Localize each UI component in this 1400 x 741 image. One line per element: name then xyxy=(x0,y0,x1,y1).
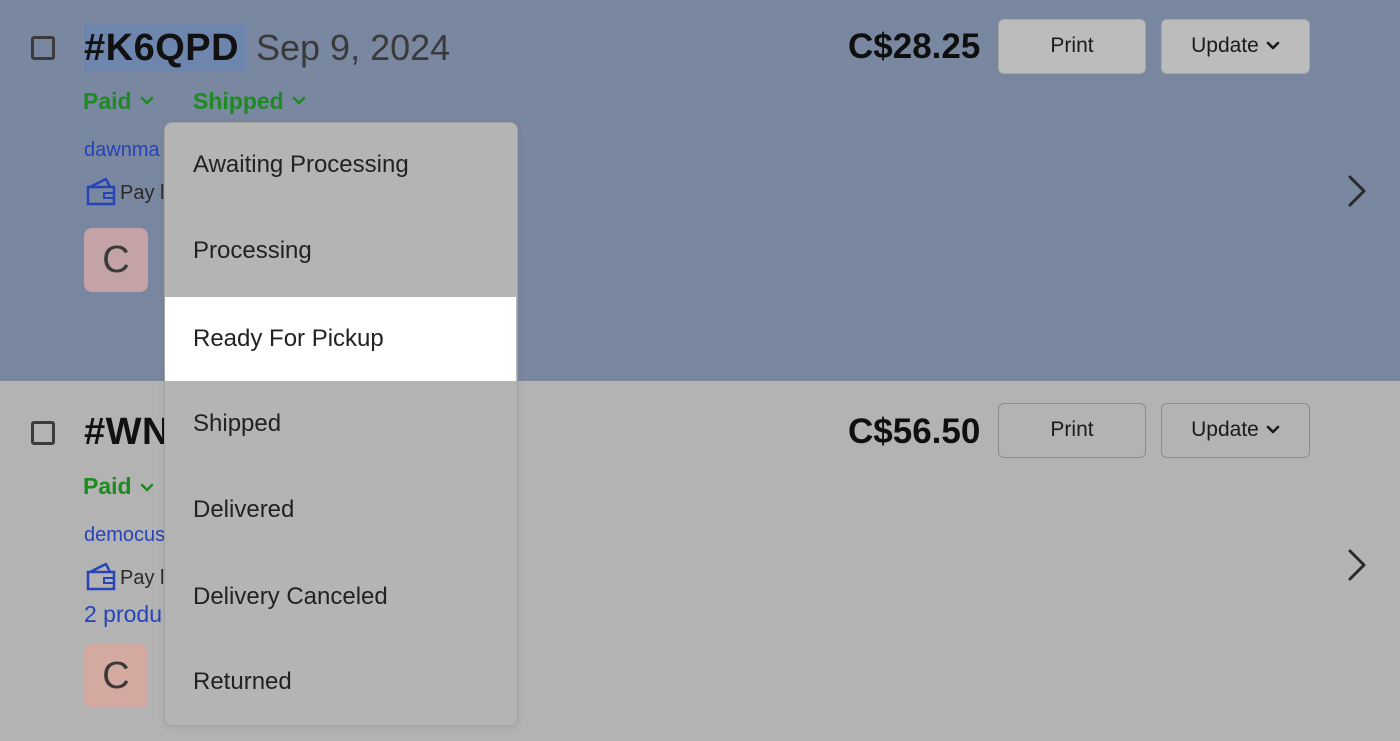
menu-item-delivered[interactable]: Delivered xyxy=(165,468,517,552)
payment-method-label: Pay l xyxy=(120,567,165,589)
order-checkbox[interactable] xyxy=(31,36,55,60)
wallet-icon xyxy=(86,562,116,591)
chevron-down-icon xyxy=(140,96,153,105)
menu-item-returned[interactable]: Returned xyxy=(165,640,517,724)
order-total: C$56.50 xyxy=(848,412,981,451)
chevron-right-icon[interactable] xyxy=(1345,547,1369,583)
chevron-down-icon xyxy=(1266,425,1280,434)
chevron-down-icon xyxy=(292,96,306,105)
menu-item-shipped[interactable]: Shipped xyxy=(165,382,517,466)
payment-method: Pay l xyxy=(86,176,164,207)
shipping-status-menu: Awaiting Processing Processing Ready For… xyxy=(164,122,518,726)
payment-status-dropdown[interactable]: Paid xyxy=(83,471,154,501)
chevron-right-icon[interactable] xyxy=(1345,173,1369,209)
update-button-label: Update xyxy=(1191,34,1259,57)
update-button-label: Update xyxy=(1191,418,1259,441)
payment-status-label: Paid xyxy=(83,88,132,114)
print-button[interactable]: Print xyxy=(998,19,1146,74)
order-id[interactable]: #WN xyxy=(84,408,170,456)
update-button[interactable]: Update xyxy=(1161,19,1310,74)
payment-method: Pay l xyxy=(86,561,164,592)
update-button[interactable]: Update xyxy=(1161,403,1310,458)
menu-item-awaiting-processing[interactable]: Awaiting Processing xyxy=(165,123,517,207)
shipping-status-label: Shipped xyxy=(193,88,284,114)
order-total: C$28.25 xyxy=(848,27,981,66)
chevron-down-icon xyxy=(1266,41,1280,50)
print-button[interactable]: Print xyxy=(998,403,1146,458)
customer-email-link[interactable]: democus xyxy=(84,522,165,548)
customer-email-link[interactable]: dawnma xyxy=(84,137,160,163)
wallet-icon xyxy=(86,177,116,206)
order-checkbox[interactable] xyxy=(31,421,55,445)
products-link[interactable]: 2 produ xyxy=(84,599,162,629)
menu-item-delivery-canceled[interactable]: Delivery Canceled xyxy=(165,555,517,639)
payment-status-dropdown[interactable]: Paid xyxy=(83,86,154,116)
shipping-status-dropdown[interactable]: Shipped xyxy=(193,86,306,116)
menu-item-processing[interactable]: Processing xyxy=(165,209,517,293)
product-avatar: C xyxy=(84,644,148,708)
product-avatar: C xyxy=(84,228,148,292)
menu-item-ready-for-pickup[interactable]: Ready For Pickup xyxy=(165,297,516,381)
chevron-down-icon xyxy=(140,483,153,492)
payment-method-label: Pay l xyxy=(120,182,165,204)
order-id[interactable]: #K6QPD xyxy=(84,24,248,72)
order-date: Sep 9, 2024 xyxy=(256,27,451,68)
payment-status-label: Paid xyxy=(83,473,132,499)
